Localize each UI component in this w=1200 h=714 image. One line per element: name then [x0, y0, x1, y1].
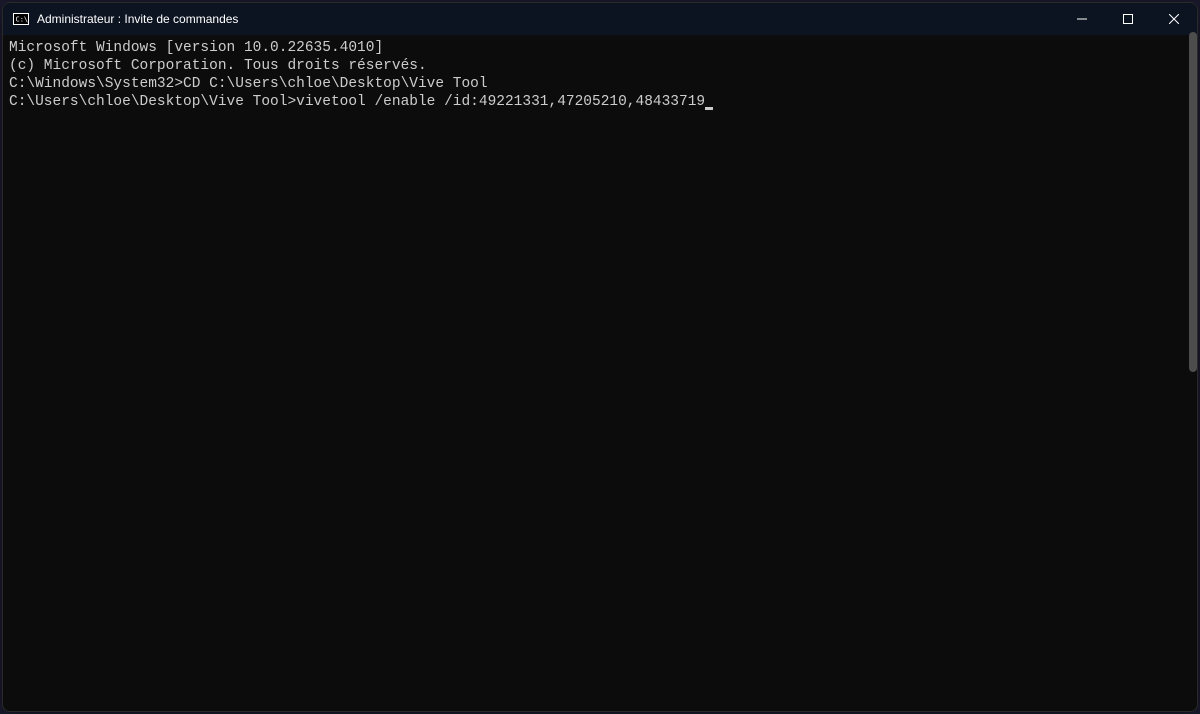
scrollbar-thumb[interactable]	[1189, 32, 1197, 372]
terminal-line: Microsoft Windows [version 10.0.22635.40…	[9, 39, 1191, 57]
svg-text:C:\: C:\	[16, 16, 29, 24]
cursor-icon	[705, 107, 713, 110]
close-button[interactable]	[1151, 3, 1197, 35]
window-controls	[1059, 3, 1197, 35]
terminal-line: (c) Microsoft Corporation. Tous droits r…	[9, 57, 1191, 75]
terminal-content[interactable]: Microsoft Windows [version 10.0.22635.40…	[3, 35, 1197, 711]
terminal-text: C:\Users\chloe\Desktop\Vive Tool>vivetoo…	[9, 94, 705, 110]
cmd-icon: C:\	[13, 11, 29, 27]
titlebar[interactable]: C:\ Administrateur : Invite de commandes	[3, 3, 1197, 35]
scrollbar[interactable]	[1186, 32, 1198, 712]
terminal-current-line: C:\Users\chloe\Desktop\Vive Tool>vivetoo…	[9, 93, 1191, 111]
titlebar-left: C:\ Administrateur : Invite de commandes	[3, 11, 238, 27]
minimize-button[interactable]	[1059, 3, 1105, 35]
terminal-line: C:\Windows\System32>CD C:\Users\chloe\De…	[9, 75, 1191, 93]
window-title: Administrateur : Invite de commandes	[37, 12, 238, 26]
maximize-button[interactable]	[1105, 3, 1151, 35]
command-prompt-window: C:\ Administrateur : Invite de commandes	[2, 2, 1198, 712]
